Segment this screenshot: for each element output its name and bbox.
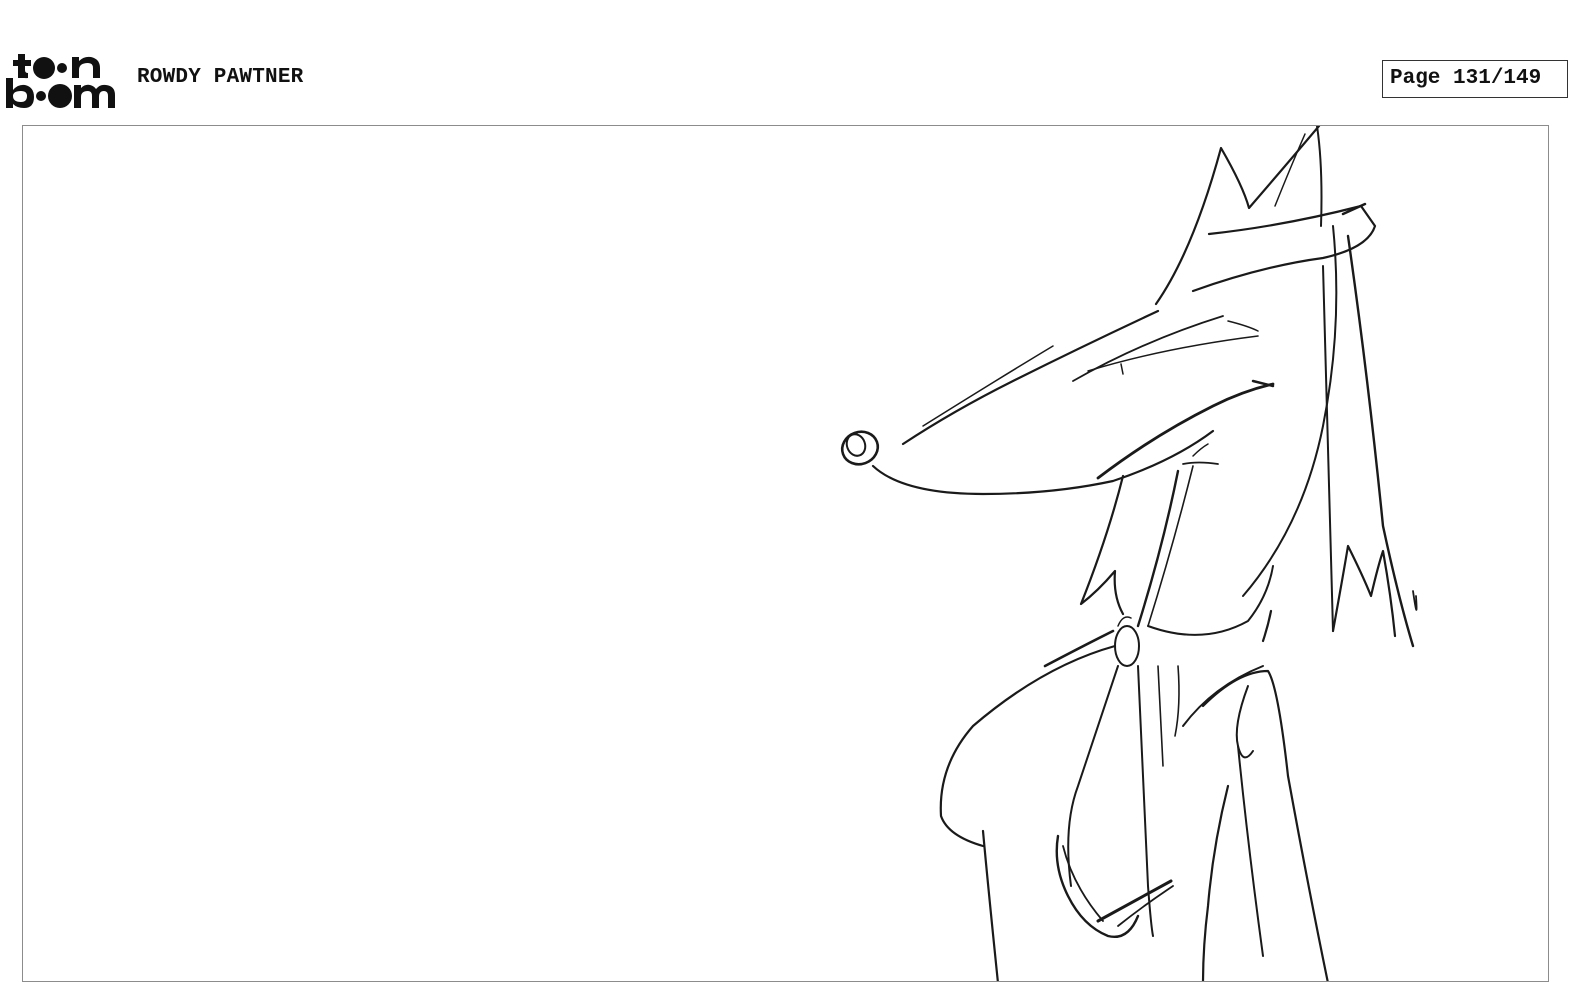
toon-boom-logo [4, 48, 118, 112]
toon-boom-logo-icon [6, 54, 115, 108]
storyboard-panel [22, 125, 1549, 982]
page-indicator: Page 131/149 [1382, 60, 1568, 98]
wolf-character-sketch-icon [840, 126, 1418, 981]
project-title: ROWDY PAWTNER [137, 66, 304, 89]
